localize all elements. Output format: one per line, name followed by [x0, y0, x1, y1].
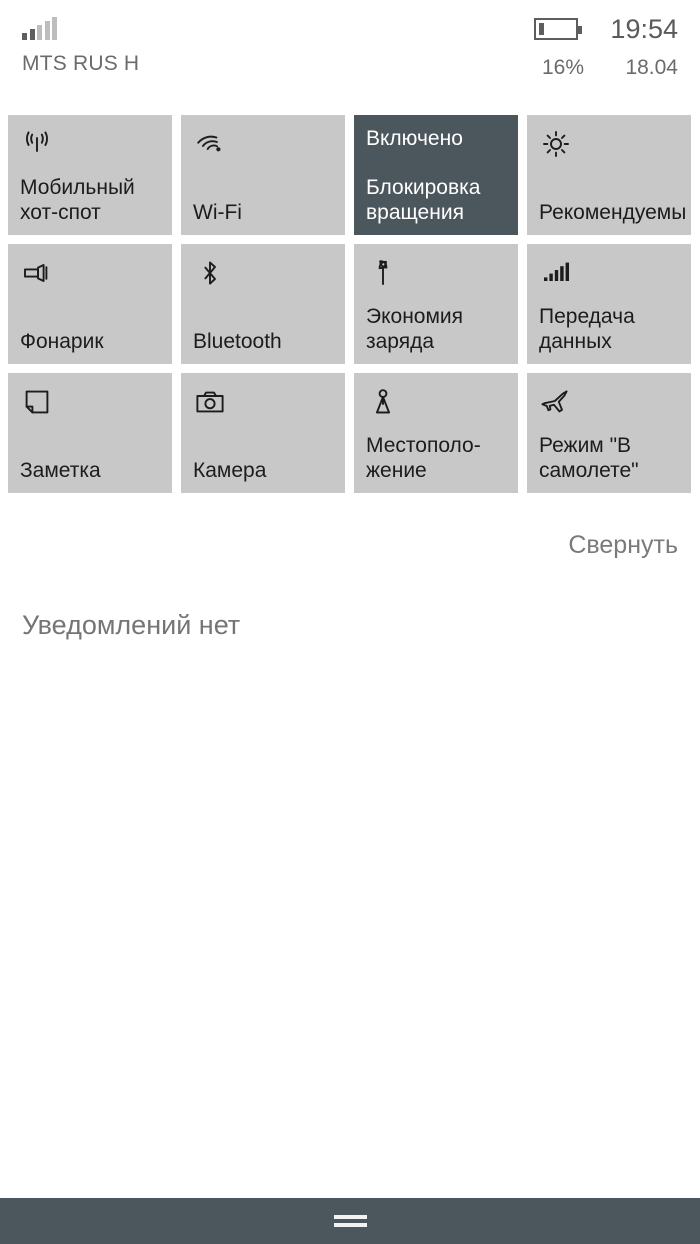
quick-action-tile[interactable]: Мобильный хот-спот — [8, 115, 172, 235]
notifications-area: Уведомлений нет — [0, 610, 700, 641]
system-nav-bar — [0, 1198, 700, 1244]
hotspot-icon — [20, 127, 162, 169]
tile-label: Bluetooth — [193, 329, 282, 353]
quick-action-tile[interactable]: Передача данных — [527, 244, 691, 364]
quick-action-tile[interactable]: Wi-Fi — [181, 115, 345, 235]
tile-label: Рекомендуемы — [539, 200, 687, 224]
cellular-data-icon — [539, 256, 681, 298]
status-clock: 19:54 — [610, 13, 678, 44]
tile-label: Экономия заряда — [366, 304, 464, 353]
tile-label: Блокировка вращения — [366, 175, 481, 224]
quick-action-tile[interactable]: Включено Блокировка вращения — [354, 115, 518, 235]
tile-state-label: Включено — [366, 127, 463, 150]
flashlight-icon — [20, 256, 162, 298]
tile-label: Мобильный хот-спот — [20, 175, 135, 224]
wifi-icon — [193, 127, 335, 169]
tile-label: Передача данных — [539, 304, 635, 353]
hamburger-nav-icon[interactable] — [333, 1215, 367, 1227]
quick-action-tile[interactable]: Заметка — [8, 373, 172, 493]
location-icon — [366, 385, 508, 427]
status-bar-bottom-row: MTS RUS H 16% 18.04 — [22, 52, 678, 84]
carrier-label: MTS RUS H — [22, 52, 140, 75]
bluetooth-icon — [193, 256, 335, 298]
signal-bars-icon — [22, 17, 57, 40]
quick-action-tile[interactable]: Bluetooth — [181, 244, 345, 364]
status-bar-right: 19:54 — [534, 13, 678, 44]
quick-action-tile[interactable]: Фонарик — [8, 244, 172, 364]
quick-action-tile[interactable]: Режим "В самолете" — [527, 373, 691, 493]
action-center-screen: 19:54 MTS RUS H 16% 18.04 Мобильный хот-… — [0, 0, 700, 1244]
collapse-button[interactable]: Свернуть — [568, 531, 678, 560]
quick-action-tile[interactable]: Экономия заряда — [354, 244, 518, 364]
status-bar: 19:54 MTS RUS H 16% 18.04 — [0, 0, 700, 95]
no-notifications-label: Уведомлений нет — [22, 610, 241, 640]
status-date: 18.04 — [625, 56, 678, 79]
battery-saver-icon — [366, 256, 508, 298]
quick-action-tile[interactable]: Камера — [181, 373, 345, 493]
tile-label: Камера — [193, 458, 267, 482]
quick-action-tile[interactable]: Местополо- жение — [354, 373, 518, 493]
note-icon — [20, 385, 162, 427]
airplane-icon — [539, 385, 681, 427]
quick-actions-grid: Мобильный хот-спот Wi-Fi Включено Блокировк… — [0, 115, 700, 493]
tile-label: Wi-Fi — [193, 200, 242, 224]
tile-label: Режим "В самолете" — [539, 433, 639, 482]
battery-icon — [534, 18, 582, 40]
tile-label: Фонарик — [20, 329, 104, 353]
brightness-icon — [539, 127, 681, 169]
tile-label: Местополо- жение — [366, 433, 481, 482]
tile-label: Заметка — [20, 458, 101, 482]
status-bar-top-row: 19:54 — [22, 10, 678, 48]
collapse-row: Свернуть — [0, 531, 700, 560]
battery-percent-label: 16% — [541, 56, 584, 79]
camera-icon — [193, 385, 335, 427]
quick-action-tile[interactable]: Рекомендуемы — [527, 115, 691, 235]
